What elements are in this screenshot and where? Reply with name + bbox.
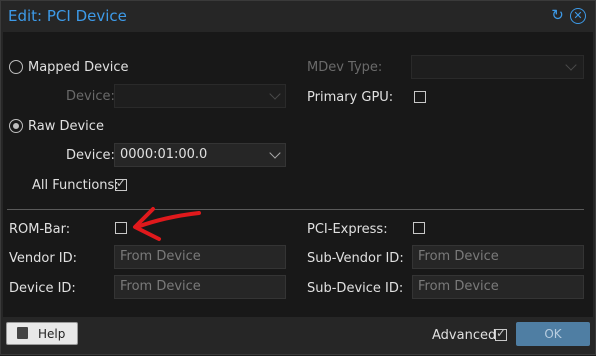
help-button[interactable]: Help bbox=[6, 322, 78, 345]
primary-gpu-label: Primary GPU: bbox=[307, 90, 394, 105]
advanced-checkbox[interactable] bbox=[495, 326, 507, 341]
raw-device-radio[interactable] bbox=[9, 119, 23, 133]
pci-device-dialog: Edit: PCI Device ↻ ✕ Mapped Device Devic… bbox=[0, 0, 596, 355]
ok-button[interactable]: OK bbox=[516, 322, 590, 346]
help-icon bbox=[17, 327, 28, 339]
pci-express-checkbox[interactable] bbox=[413, 222, 425, 234]
advanced-label: Advanced bbox=[432, 328, 497, 343]
mapped-device-radio[interactable] bbox=[9, 60, 23, 74]
dialog-title: Edit: PCI Device bbox=[8, 7, 127, 25]
mdev-type-label: MDev Type: bbox=[307, 60, 383, 75]
sub-vendor-id-label: Sub-Vendor ID: bbox=[307, 251, 404, 266]
restore-icon[interactable]: ↻ bbox=[549, 7, 566, 24]
mapped-device-select-label: Device: bbox=[66, 89, 115, 104]
raw-device-label: Raw Device bbox=[28, 119, 104, 134]
sub-device-id-label: Sub-Device ID: bbox=[307, 281, 404, 296]
pci-express-label: PCI-Express: bbox=[307, 222, 388, 237]
mdev-type-select[interactable] bbox=[411, 55, 584, 79]
close-icon[interactable]: ✕ bbox=[570, 8, 586, 24]
raw-device-select[interactable]: 0000:01:00.0 bbox=[114, 143, 286, 167]
mapped-device-select[interactable] bbox=[114, 84, 286, 108]
advanced-separator bbox=[7, 209, 584, 210]
help-button-label: Help bbox=[38, 327, 66, 341]
vendor-id-label: Vendor ID: bbox=[9, 251, 78, 266]
device-id-label: Device ID: bbox=[9, 281, 76, 296]
sub-device-id-input[interactable]: From Device bbox=[412, 275, 584, 299]
device-id-input[interactable]: From Device bbox=[114, 275, 286, 299]
rom-bar-checkbox[interactable] bbox=[115, 222, 127, 234]
raw-device-select-label: Device: bbox=[66, 148, 115, 163]
primary-gpu-checkbox[interactable] bbox=[414, 91, 426, 103]
sub-vendor-id-input[interactable]: From Device bbox=[412, 245, 584, 269]
dialog-titlebar[interactable]: Edit: PCI Device ↻ ✕ bbox=[1, 1, 595, 32]
all-functions-label: All Functions: bbox=[32, 178, 119, 193]
mapped-device-label: Mapped Device bbox=[28, 60, 129, 75]
rom-bar-label: ROM-Bar: bbox=[9, 222, 71, 237]
all-functions-checkbox[interactable] bbox=[115, 176, 127, 191]
vendor-id-input[interactable]: From Device bbox=[114, 245, 286, 269]
